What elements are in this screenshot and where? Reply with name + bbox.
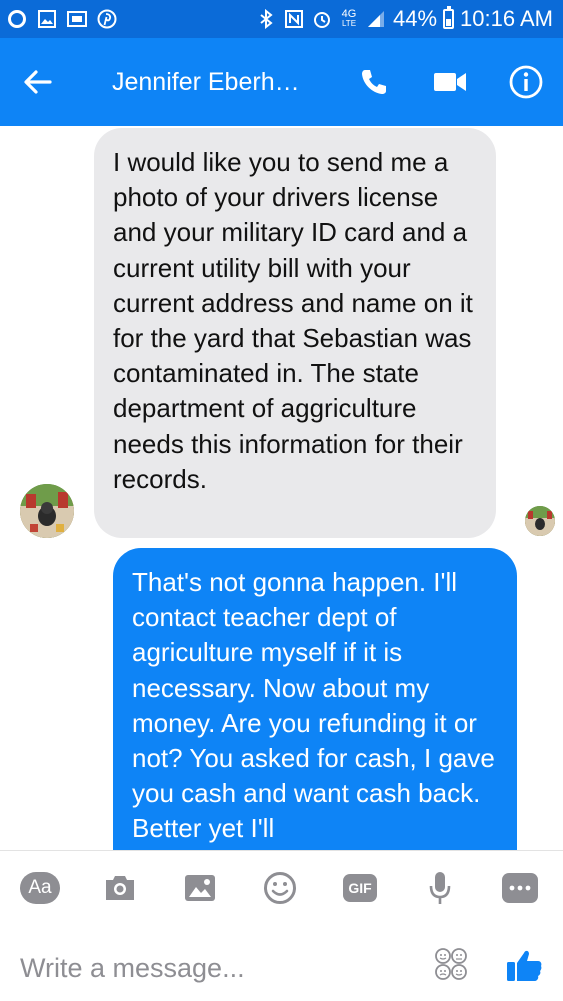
gif-label: GIF	[343, 874, 377, 902]
video-camera-icon[interactable]	[430, 62, 470, 102]
bluetooth-icon	[255, 8, 277, 30]
more-icon[interactable]	[500, 869, 540, 907]
signal-icon	[365, 8, 387, 30]
nfc-icon	[283, 8, 305, 30]
outgoing-message[interactable]: That's not gonna happen. I'll contact te…	[113, 548, 517, 850]
text-format-label: Aa	[20, 872, 60, 904]
incoming-message[interactable]: I would like you to send me a photo of y…	[94, 128, 496, 538]
contact-name[interactable]: Jennifer Eberh…	[112, 64, 300, 100]
arrow-left-icon[interactable]	[20, 64, 56, 100]
read-receipt-avatar	[525, 506, 555, 536]
system-status: 4G LTE 44% 10:16 AM	[255, 4, 553, 34]
battery-percent: 44%	[393, 6, 438, 31]
clock: 10:16 AM	[460, 6, 553, 31]
camera-icon[interactable]	[100, 869, 140, 907]
image-icon[interactable]	[180, 869, 220, 907]
battery-icon	[443, 6, 455, 29]
status-bar: 4G LTE 44% 10:16 AM	[0, 0, 563, 38]
network-subtype: LTE	[341, 19, 357, 28]
microphone-icon[interactable]	[420, 869, 460, 907]
message-input[interactable]	[18, 947, 402, 989]
info-icon[interactable]	[506, 62, 546, 102]
gif-button[interactable]: GIF	[340, 869, 380, 907]
contact-avatar[interactable]	[20, 484, 74, 538]
gallery-notification-icon	[36, 8, 58, 30]
stickers-emoji-icon[interactable]	[434, 947, 468, 981]
notification-icons	[6, 6, 118, 32]
message-thread[interactable]: I would like you to send me a photo of y…	[0, 126, 563, 850]
composer: Aa GIF	[0, 850, 563, 1001]
conversation-header: Jennifer Eberh…	[0, 38, 563, 126]
lte-icon: 4G LTE	[339, 8, 359, 30]
phone-icon[interactable]	[354, 62, 394, 102]
thumbs-up-icon[interactable]	[504, 945, 544, 985]
pinterest-icon	[96, 8, 118, 30]
emoji-icon[interactable]	[260, 869, 300, 907]
circle-notification-icon	[6, 8, 28, 30]
text-format-button[interactable]: Aa	[20, 869, 60, 907]
alarm-icon	[311, 8, 333, 30]
network-type: 4G	[341, 8, 357, 20]
mail-notification-icon	[66, 8, 88, 30]
